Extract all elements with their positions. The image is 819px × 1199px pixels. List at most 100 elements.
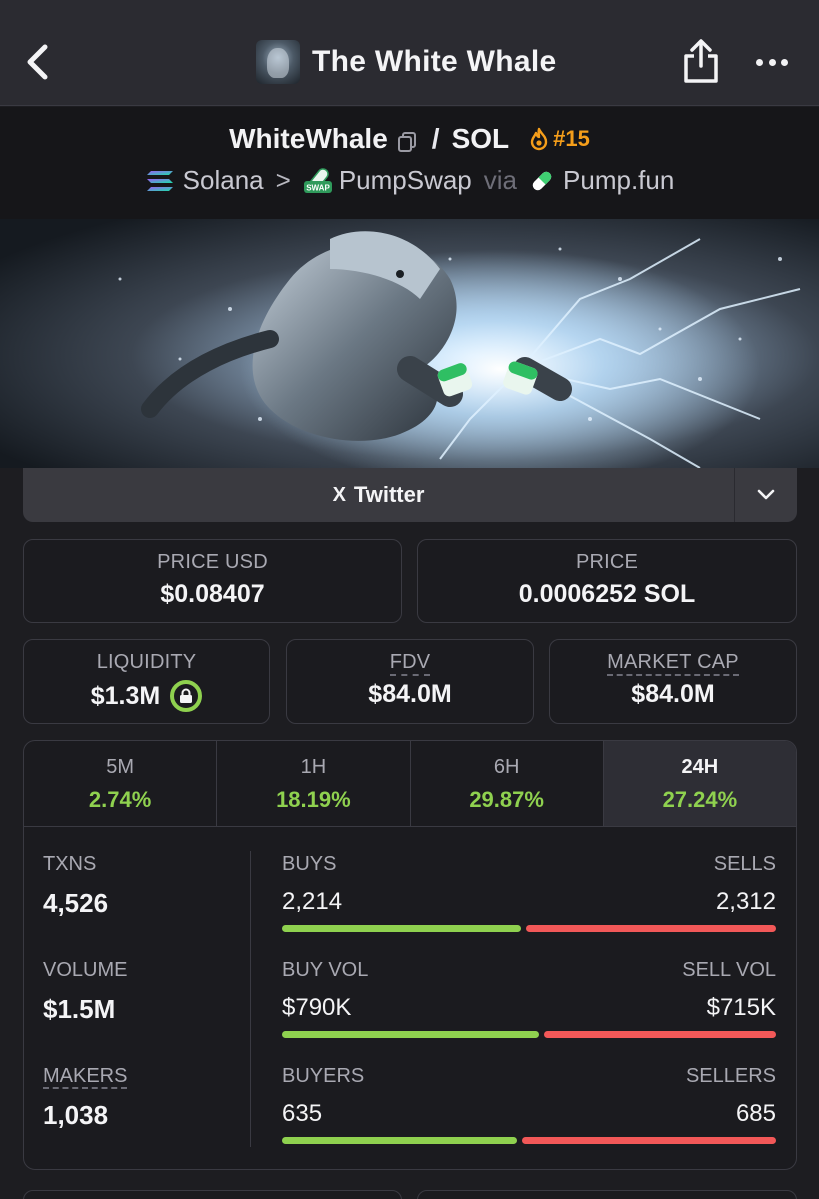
pair-separator: /: [431, 123, 440, 154]
txns-value: 4,526: [43, 888, 109, 918]
top-nav-bar: The White Whale: [0, 0, 819, 106]
tab-1h[interactable]: 1H 18.19%: [217, 741, 411, 826]
buyers-sellers-split: BUYERS SELLERS 635 685: [282, 1065, 776, 1169]
sellers-bar-fill: [522, 1137, 776, 1144]
tab-change: 18.19%: [276, 787, 351, 812]
buys-sells-bar: [282, 925, 776, 932]
txns-metric: TXNS 4,526: [43, 853, 243, 959]
copy-address-button[interactable]: [396, 128, 418, 152]
pill-icon: [532, 171, 552, 190]
svg-text:SWAP: SWAP: [306, 183, 330, 192]
price-usd-card: PRICE USD $0.08407: [23, 539, 402, 623]
via-label: via: [483, 165, 518, 195]
activity-panel: 5M 2.74% 1H 18.19% 6H 29.87% 24H 27.24% …: [23, 740, 797, 1170]
token-banner-image: [0, 219, 819, 468]
price-usd-value: $0.08407: [160, 580, 265, 608]
chain-breadcrumb: Solana > SWAP PumpSwap via Pump.fun: [0, 165, 819, 196]
copy-icon: [397, 132, 416, 152]
launchpad-link[interactable]: Pump.fun: [563, 165, 674, 196]
liquidity-label: LIQUIDITY: [96, 651, 197, 673]
next-section-card-right: [417, 1190, 797, 1199]
buy-vol-bar-fill: [282, 1031, 539, 1038]
chevron-down-icon: [757, 489, 775, 500]
buy-vol-label: BUY VOL: [282, 959, 369, 981]
buyers-bar-fill: [282, 1137, 518, 1144]
sell-vol-bar-fill: [543, 1031, 776, 1038]
sell-vol-label: SELL VOL: [682, 959, 776, 981]
column-divider: [250, 851, 251, 1147]
buys-bar-fill: [282, 925, 522, 932]
more-options-button[interactable]: [752, 52, 792, 72]
quote-token-name: SOL: [451, 123, 510, 154]
pair-title-line: WhiteWhale / SOL #15: [0, 123, 819, 155]
split-labels: BUYERS SELLERS: [282, 1065, 776, 1088]
base-token-name: WhiteWhale: [229, 123, 388, 154]
token-avatar: [256, 40, 300, 84]
x-logo-icon: X: [332, 483, 346, 506]
pumpswap-icon: SWAP: [303, 167, 332, 193]
txns-label: TXNS: [43, 853, 97, 875]
tab-label: 24H: [681, 756, 719, 778]
market-cap-label-tooltip[interactable]: MARKET CAP: [550, 651, 796, 676]
buyers-label: BUYERS: [282, 1065, 365, 1087]
flame-icon: [530, 127, 548, 151]
tab-label: 1H: [300, 756, 327, 778]
buyers-value: 635: [282, 1100, 323, 1127]
buys-sells-split: BUYS SELLS 2,214 2,312: [282, 853, 776, 959]
price-native-value: 0.0006252 SOL: [518, 580, 696, 608]
fdv-label: FDV: [389, 651, 431, 676]
dex-link[interactable]: PumpSwap: [339, 165, 472, 196]
liquidity-value: $1.3M: [90, 681, 161, 710]
makers-label: MAKERS: [43, 1065, 128, 1089]
share-button[interactable]: [680, 38, 722, 84]
tab-change: 2.74%: [88, 787, 152, 812]
buys-label: BUYS: [282, 853, 337, 875]
split-labels: BUYS SELLS: [282, 853, 776, 876]
tab-24h[interactable]: 24H 27.24%: [603, 741, 796, 826]
fdv-label-tooltip[interactable]: FDV: [287, 651, 533, 676]
split-labels: BUY VOL SELL VOL: [282, 959, 776, 982]
back-button[interactable]: [18, 40, 58, 84]
fdv-value: $84.0M: [368, 680, 452, 708]
tab-5m[interactable]: 5M 2.74%: [24, 741, 218, 826]
tab-label: 6H: [493, 756, 520, 778]
split-values: 635 685: [282, 1100, 776, 1128]
volume-split: BUY VOL SELL VOL $790K $715K: [282, 959, 776, 1065]
tab-6h[interactable]: 6H 29.87%: [411, 741, 604, 826]
timeframe-tabs: 5M 2.74% 1H 18.19% 6H 29.87% 24H 27.24%: [24, 741, 796, 827]
price-usd-label: PRICE USD: [157, 551, 268, 573]
tab-label: 5M: [106, 756, 135, 778]
chain-link[interactable]: Solana: [183, 165, 264, 196]
activity-splits: BUYS SELLS 2,214 2,312 BUY VOL SELL VOL …: [282, 853, 776, 1169]
banner-artwork: [0, 219, 819, 468]
sells-bar-fill: [526, 925, 776, 932]
twitter-label: Twitter: [353, 482, 425, 507]
price-native-label: PRICE: [575, 551, 639, 573]
makers-label-tooltip[interactable]: MAKERS: [43, 1065, 243, 1089]
split-values: 2,214 2,312: [282, 888, 776, 916]
market-cap-card: MARKET CAP $84.0M: [549, 639, 797, 724]
more-dot: [768, 58, 776, 66]
share-icon: [684, 39, 718, 83]
buys-value: 2,214: [282, 888, 343, 915]
social-links-bar: X Twitter: [23, 468, 797, 522]
sells-label: SELLS: [713, 853, 776, 875]
lock-icon: [180, 688, 193, 703]
next-section-card-left: [23, 1190, 402, 1199]
makers-value: 1,038: [43, 1100, 109, 1130]
makers-metric: MAKERS 1,038: [43, 1065, 243, 1169]
twitter-link-button[interactable]: X Twitter: [23, 468, 735, 522]
tab-change: 27.24%: [662, 787, 738, 812]
fdv-card: FDV $84.0M: [286, 639, 534, 724]
liquidity-value-row: $1.3M: [24, 680, 269, 712]
sellers-label: SELLERS: [685, 1065, 776, 1087]
trending-rank-badge[interactable]: #15: [529, 126, 590, 152]
activity-totals: TXNS 4,526 VOLUME $1.5M MAKERS 1,038: [43, 853, 243, 1169]
tab-change: 29.87%: [469, 787, 544, 812]
more-dots-icon: [756, 58, 763, 66]
solana-icon: [146, 170, 173, 191]
breadcrumb-chevron: >: [275, 165, 291, 195]
more-links-toggle[interactable]: [735, 468, 797, 522]
back-chevron-icon: [27, 44, 48, 80]
liquidity-lock-button[interactable]: [170, 680, 203, 712]
